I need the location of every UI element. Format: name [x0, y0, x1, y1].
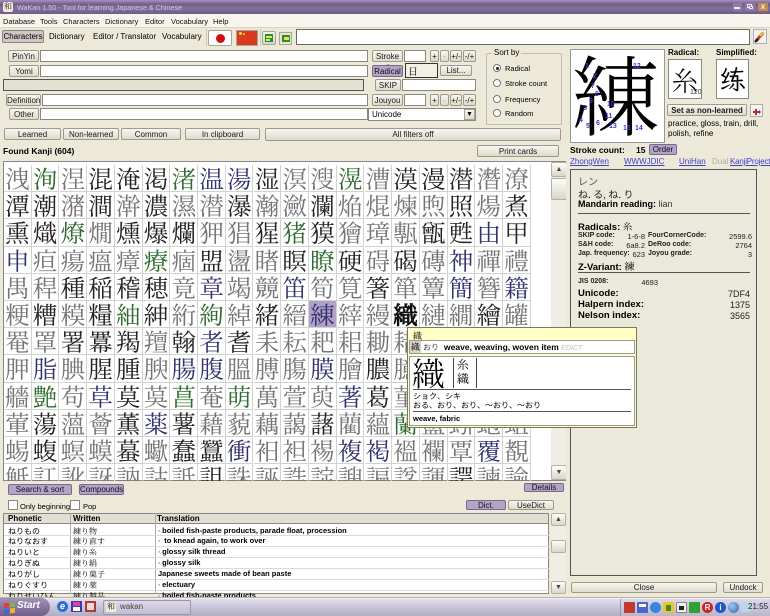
svg-text:8: 8 [595, 91, 599, 98]
svg-text:2: 2 [593, 73, 597, 80]
svg-text:4: 4 [579, 117, 583, 124]
svg-text:6: 6 [596, 120, 600, 127]
svg-text:12: 12 [633, 63, 641, 70]
svg-text:5: 5 [586, 123, 590, 130]
svg-text:13: 13 [609, 123, 617, 130]
svg-text:11: 11 [605, 113, 613, 120]
svg-text:10: 10 [607, 101, 615, 108]
svg-text:14: 14 [635, 125, 643, 132]
svg-text:9: 9 [589, 98, 593, 105]
svg-text:1: 1 [585, 63, 589, 70]
svg-text:15: 15 [623, 125, 631, 132]
svg-text:3: 3 [583, 105, 587, 112]
svg-text:7: 7 [591, 83, 595, 90]
